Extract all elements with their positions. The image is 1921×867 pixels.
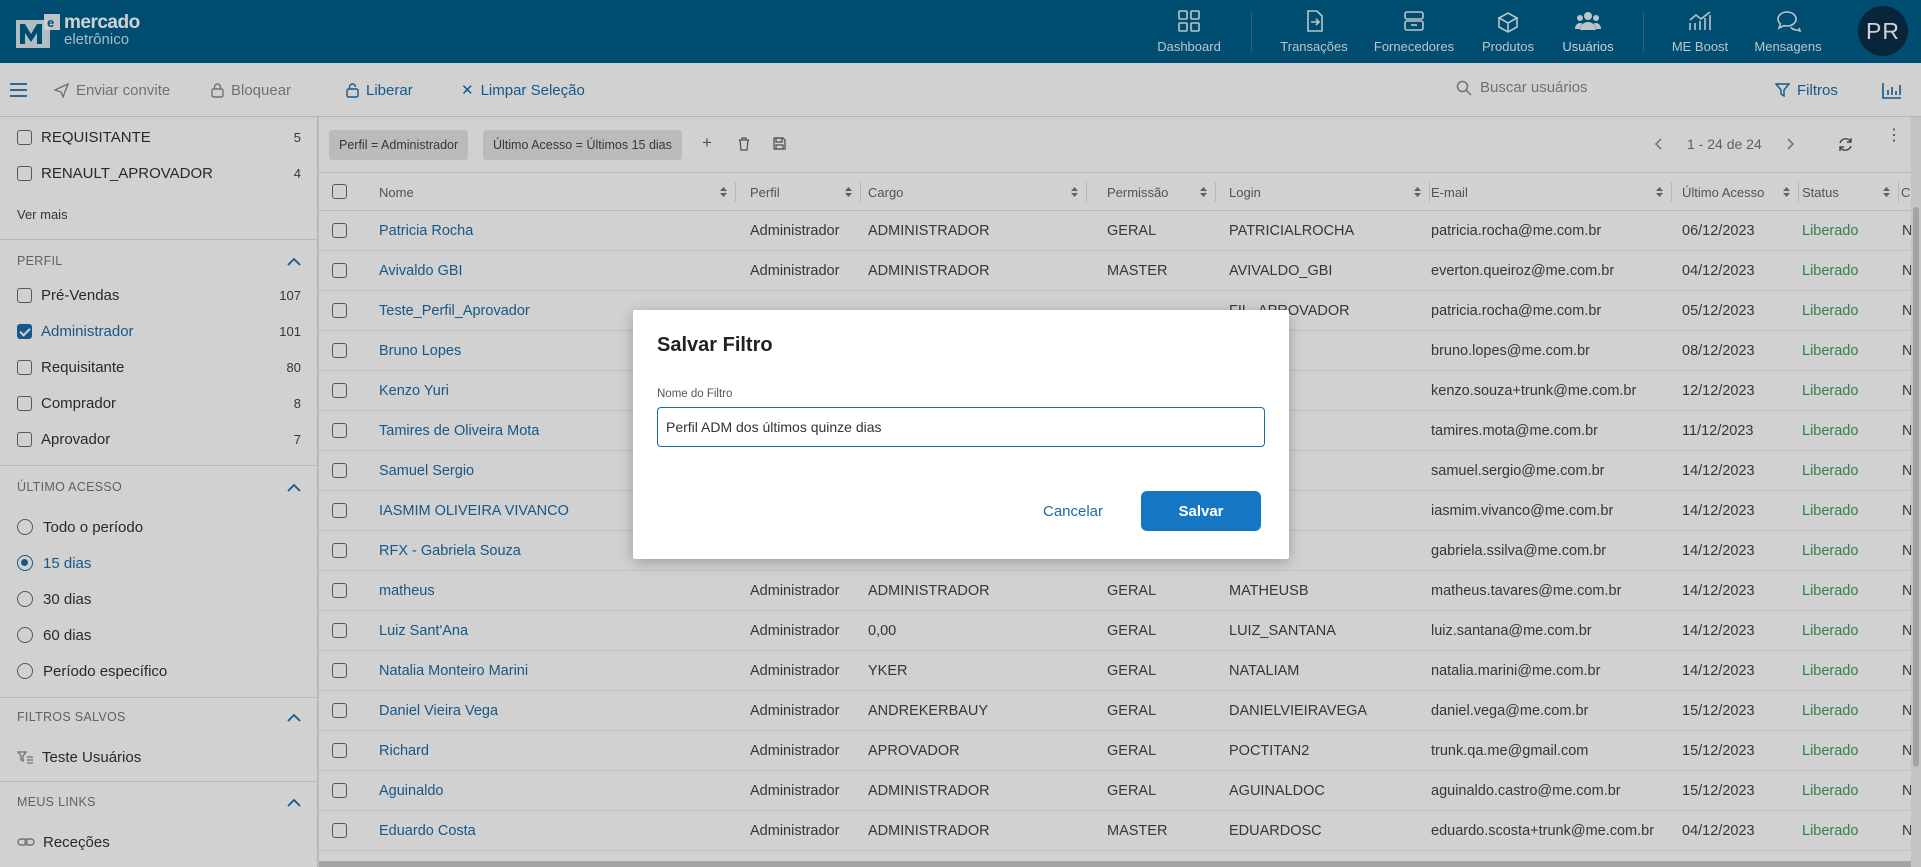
filter-name-input[interactable] <box>657 407 1265 447</box>
cancel-button[interactable]: Cancelar <box>1029 491 1117 531</box>
save-filter-dialog: Salvar Filtro Nome do Filtro Cancelar Sa… <box>633 310 1289 559</box>
filter-name-label: Nome do Filtro <box>657 388 733 400</box>
dialog-title: Salvar Filtro <box>657 334 773 356</box>
save-button[interactable]: Salvar <box>1141 491 1261 531</box>
